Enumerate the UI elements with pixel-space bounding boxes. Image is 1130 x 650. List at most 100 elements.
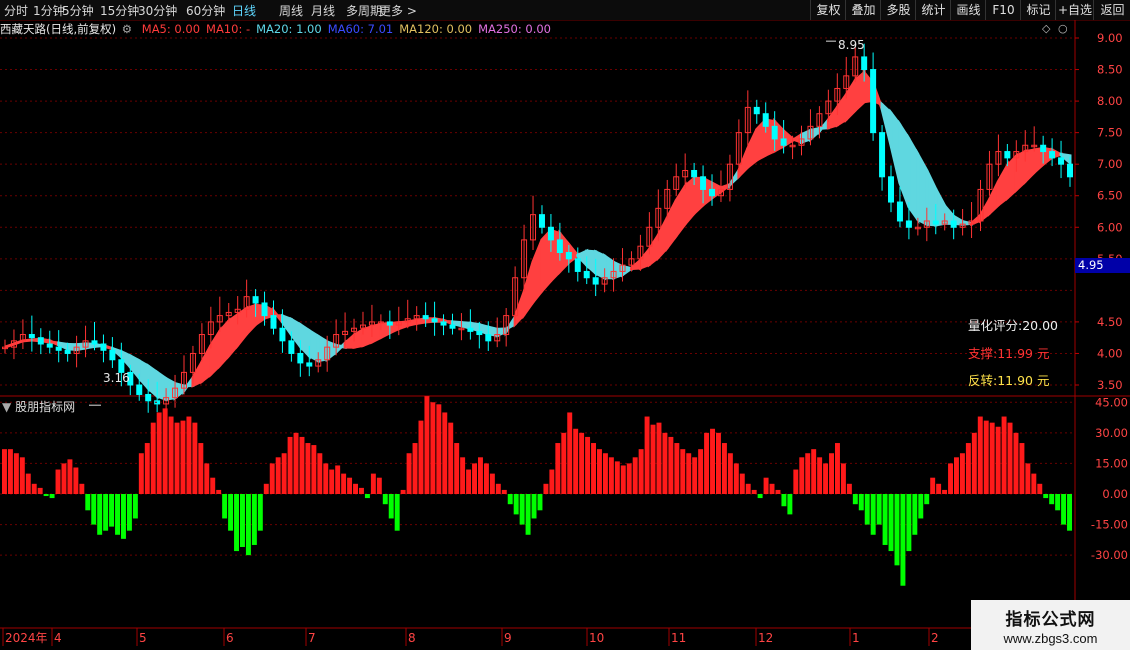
indicator-bar	[644, 416, 650, 494]
candle-body	[879, 132, 886, 178]
indicator-bar	[959, 453, 965, 494]
reverse-label: 反转:11.90 元	[968, 373, 1050, 388]
candle-body	[574, 258, 581, 272]
indicator-bar	[656, 422, 662, 494]
indicator-bar	[668, 436, 674, 494]
indicator-bar	[85, 494, 91, 511]
indicator-bar	[894, 494, 900, 566]
indicator-tick-label: -15.00	[1091, 518, 1128, 532]
indicator-tick-label: 45.00	[1095, 395, 1128, 409]
period-tab-1[interactable]: 1分钟	[33, 2, 65, 19]
indicator-bar	[19, 457, 25, 494]
toolbar-button-6[interactable]: 标记	[1020, 0, 1056, 20]
indicator-bar	[638, 449, 644, 494]
indicator-bar	[846, 483, 852, 494]
indicator-bar	[1007, 422, 1013, 494]
period-tab-2[interactable]: 5分钟	[62, 2, 94, 19]
indicator-bar	[501, 489, 507, 494]
period-tab-9[interactable]: 多周期	[346, 2, 382, 19]
candle-body	[270, 315, 277, 329]
period-tab-6[interactable]: 日线	[232, 2, 256, 19]
indicator-tick-label: 30.00	[1095, 426, 1128, 440]
indicator-bar	[31, 483, 37, 494]
indicator-bar	[602, 453, 608, 494]
indicator-bar	[299, 436, 305, 494]
indicator-bar	[126, 494, 132, 531]
indicator-bar	[55, 469, 61, 494]
indicator-bar	[495, 483, 501, 494]
indicator-bar	[787, 494, 793, 515]
period-tab-8[interactable]: 月线	[311, 2, 335, 19]
candle-body	[28, 334, 35, 339]
indicator-bar	[1049, 494, 1055, 505]
indicator-bar	[204, 463, 210, 494]
candle-body	[780, 138, 787, 146]
indicator-bar	[799, 457, 805, 494]
collapse-icon[interactable]: ▼	[2, 400, 11, 414]
indicator-bar	[1061, 494, 1067, 525]
toolbar-button-4[interactable]: 画线	[950, 0, 986, 20]
candle-body	[556, 239, 563, 254]
time-axis-label: 2	[931, 631, 939, 645]
indicator-bar	[359, 487, 364, 494]
indicator-bar	[311, 445, 317, 494]
indicator-bar	[567, 412, 573, 494]
indicator-bar	[614, 461, 620, 494]
low-annotation: 3.16	[103, 371, 130, 385]
period-tab-4[interactable]: 30分钟	[138, 2, 177, 19]
period-tab-3[interactable]: 15分钟	[100, 2, 139, 19]
price-tick-label: 8.50	[1097, 63, 1123, 77]
indicator-bar	[632, 457, 638, 494]
indicator-bar	[49, 494, 55, 499]
indicator-tick-label: 0.00	[1102, 487, 1128, 501]
period-tab-10[interactable]: 更多 >	[379, 2, 417, 19]
indicator-bar	[412, 443, 418, 494]
indicator-bar	[954, 457, 959, 494]
indicator-bar	[852, 494, 858, 505]
price-tick-label: 4.50	[1097, 315, 1123, 329]
indicator-bar	[138, 453, 144, 494]
time-axis-label: 8	[408, 631, 416, 645]
time-axis-label: 6	[226, 631, 234, 645]
toolbar-button-8[interactable]: 返回	[1093, 0, 1130, 20]
indicator-bar	[115, 494, 120, 535]
toolbar-button-5[interactable]: F10	[985, 0, 1021, 20]
indicator-bar	[995, 426, 1001, 494]
toolbar-button-7[interactable]: +自选	[1055, 0, 1094, 20]
indicator-bar	[591, 443, 596, 494]
indicator-bar	[1013, 432, 1019, 494]
indicator-bar	[67, 459, 73, 494]
indicator-bar	[329, 469, 335, 494]
toolbar-button-3[interactable]: 统计	[915, 0, 951, 20]
indicator-bar	[763, 477, 769, 494]
indicator-bar	[216, 489, 222, 494]
candle-body	[583, 270, 590, 279]
period-tab-0[interactable]: 分时	[4, 2, 28, 19]
indicator-bar	[716, 432, 721, 494]
indicator-bar	[823, 463, 829, 494]
period-tab-7[interactable]: 周线	[279, 2, 303, 19]
candle-body	[145, 393, 152, 402]
indicator-bar	[989, 422, 995, 494]
indicator-bar	[900, 494, 906, 586]
indicator-name: 股朋指标网	[15, 400, 76, 414]
indicator-bar	[674, 443, 680, 494]
sub-chart-title[interactable]: ▼ 股朋指标网	[2, 398, 75, 415]
indicator-bar	[287, 436, 293, 494]
candle-body	[905, 220, 912, 228]
period-tab-5[interactable]: 60分钟	[186, 2, 225, 19]
toolbar-button-0[interactable]: 复权	[810, 0, 846, 20]
indicator-bar	[150, 422, 156, 494]
toolbar-button-2[interactable]: 多股	[880, 0, 916, 20]
candle-body	[861, 56, 868, 71]
watermark-url: www.zbgs3.com	[1003, 631, 1098, 646]
indicator-bar	[418, 420, 424, 494]
chart-canvas[interactable]: 9.008.508.007.507.006.506.005.504.504.00…	[0, 20, 1130, 650]
time-axis-label: 7	[308, 631, 316, 645]
candle-body	[297, 352, 304, 364]
indicator-bar	[442, 412, 448, 494]
candle-body	[422, 315, 429, 320]
candle-body	[261, 302, 268, 317]
toolbar-button-1[interactable]: 叠加	[845, 0, 881, 20]
indicator-bar	[180, 420, 186, 494]
